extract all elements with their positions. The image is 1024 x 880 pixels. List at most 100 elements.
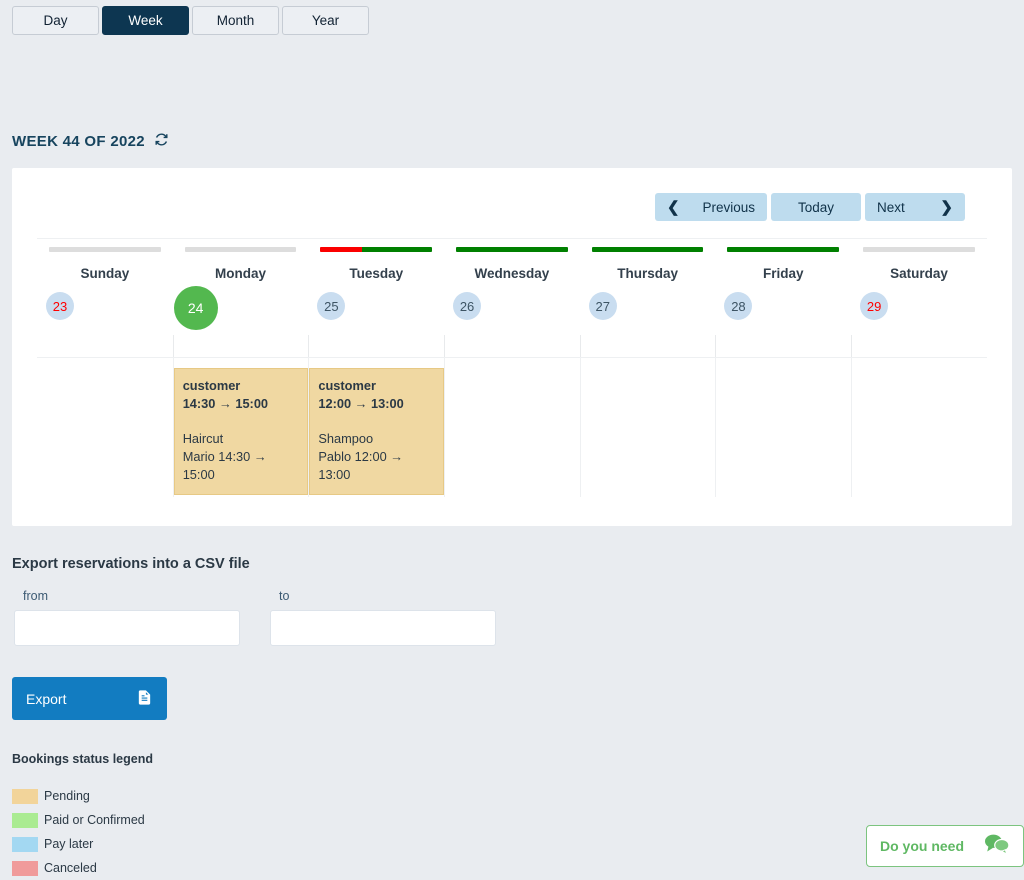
- tab-year[interactable]: Year: [282, 6, 369, 35]
- status-segment: [863, 247, 975, 252]
- chat-support-widget[interactable]: Do you need: [866, 825, 1024, 867]
- legend-label-pay-later: Pay later: [44, 837, 93, 851]
- day-number-thursday[interactable]: 27: [589, 292, 617, 320]
- day-status-bar-monday: [185, 247, 297, 252]
- bookings-cell-monday[interactable]: customer 14:30 → 15:00 Haircut Mario 14:…: [173, 358, 309, 497]
- export-to-label: to: [279, 589, 496, 603]
- tab-month-label: Month: [217, 13, 255, 28]
- day-column-wednesday[interactable]: Wednesday 26: [444, 239, 580, 357]
- day-name-wednesday: Wednesday: [444, 266, 580, 281]
- tab-day[interactable]: Day: [12, 6, 99, 35]
- legend-label-pending: Pending: [44, 789, 90, 803]
- day-number-friday[interactable]: 28: [724, 292, 752, 320]
- bookings-cell-sunday[interactable]: [37, 358, 173, 497]
- previous-week-button[interactable]: ❮ Previous: [655, 193, 767, 221]
- calendar-card: ❮ Previous Today Next ❯ Sunday 23: [12, 168, 1012, 526]
- page-title: WEEK 44 OF 2022: [12, 133, 145, 150]
- bookings-cell-friday[interactable]: [715, 358, 851, 497]
- legend-title: Bookings status legend: [12, 752, 153, 766]
- next-week-label: Next: [877, 200, 905, 215]
- status-segment: [49, 247, 161, 252]
- day-number-saturday[interactable]: 29: [860, 292, 888, 320]
- day-status-bar-sunday: [49, 247, 161, 252]
- legend-item-canceled: Canceled: [12, 856, 145, 880]
- day-name-monday: Monday: [173, 266, 309, 281]
- calendar-nav: ❮ Previous Today Next ❯: [655, 193, 965, 221]
- day-column-monday[interactable]: Monday 24: [173, 239, 309, 357]
- next-week-button[interactable]: Next ❯: [865, 193, 965, 221]
- legend-swatch-canceled: [12, 861, 38, 876]
- status-segment-confirmed: [456, 247, 568, 252]
- booking-time: 14:30 → 15:00: [183, 395, 300, 413]
- chat-widget-label: Do you need: [880, 838, 964, 854]
- export-from-field-group: from: [14, 589, 240, 646]
- bookings-cell-thursday[interactable]: [580, 358, 716, 497]
- tab-month[interactable]: Month: [192, 6, 279, 35]
- day-status-bar-tuesday: [320, 247, 432, 252]
- legend-label-canceled: Canceled: [44, 861, 97, 875]
- tab-year-label: Year: [312, 13, 339, 28]
- today-button[interactable]: Today: [771, 193, 861, 221]
- booking-card[interactable]: customer 14:30 → 15:00 Haircut Mario 14:…: [174, 368, 309, 495]
- bookings-cell-saturday[interactable]: [851, 358, 987, 497]
- day-column-friday[interactable]: Friday 28: [715, 239, 851, 357]
- legend-swatch-pending: [12, 789, 38, 804]
- status-segment-confirmed: [362, 247, 432, 252]
- week-grid-header: Sunday 23 Monday 24 Tuesday 25: [37, 239, 987, 357]
- legend-item-pending: Pending: [12, 784, 145, 808]
- bookings-status-legend: Pending Paid or Confirmed Pay later Canc…: [12, 784, 145, 880]
- day-column-tuesday[interactable]: Tuesday 25: [308, 239, 444, 357]
- booking-service: Haircut: [183, 430, 300, 448]
- spacer: [318, 413, 435, 430]
- status-segment-confirmed: [592, 247, 704, 252]
- export-button[interactable]: Export: [12, 677, 167, 720]
- day-status-bar-friday: [727, 247, 839, 252]
- status-segment-confirmed: [727, 247, 839, 252]
- legend-item-paid-confirmed: Paid or Confirmed: [12, 808, 145, 832]
- export-from-label: from: [23, 589, 240, 603]
- day-column-saturday[interactable]: Saturday 29: [851, 239, 987, 357]
- booking-detail: Pablo 12:00 → 13:00: [318, 448, 435, 484]
- export-from-input[interactable]: [14, 610, 240, 646]
- file-document-icon: [136, 688, 153, 710]
- legend-swatch-paid-confirmed: [12, 813, 38, 828]
- status-segment: [185, 247, 297, 252]
- booking-customer: customer: [318, 377, 435, 395]
- spacer: [183, 413, 300, 430]
- day-column-sunday[interactable]: Sunday 23: [37, 239, 173, 357]
- bookings-cell-tuesday[interactable]: customer 12:00 → 13:00 Shampoo Pablo 12:…: [308, 358, 444, 497]
- refresh-icon[interactable]: [153, 131, 170, 152]
- export-to-input[interactable]: [270, 610, 496, 646]
- day-name-friday: Friday: [715, 266, 851, 281]
- previous-week-label: Previous: [702, 200, 755, 215]
- day-number-tuesday[interactable]: 25: [317, 292, 345, 320]
- day-status-bar-thursday: [592, 247, 704, 252]
- export-to-field-group: to: [270, 589, 496, 646]
- booking-card[interactable]: customer 12:00 → 13:00 Shampoo Pablo 12:…: [309, 368, 444, 495]
- day-number-monday[interactable]: 24: [174, 286, 218, 330]
- booking-detail: Mario 14:30 → 15:00: [183, 448, 300, 484]
- week-grid: Sunday 23 Monday 24 Tuesday 25: [37, 238, 987, 497]
- booking-service: Shampoo: [318, 430, 435, 448]
- day-name-thursday: Thursday: [580, 266, 716, 281]
- legend-swatch-pay-later: [12, 837, 38, 852]
- chevron-left-icon: ❮: [667, 200, 680, 215]
- tab-week[interactable]: Week: [102, 6, 189, 35]
- chevron-right-icon: ❯: [940, 200, 953, 215]
- week-heading: WEEK 44 OF 2022: [12, 131, 170, 152]
- export-button-label: Export: [26, 691, 66, 707]
- booking-customer: customer: [183, 377, 300, 395]
- day-status-bar-wednesday: [456, 247, 568, 252]
- day-name-saturday: Saturday: [851, 266, 987, 281]
- bookings-cell-wednesday[interactable]: [444, 358, 580, 497]
- today-label: Today: [798, 200, 834, 215]
- status-segment-canceled: [320, 247, 361, 252]
- chat-bubbles-icon: [983, 832, 1010, 860]
- legend-label-paid-confirmed: Paid or Confirmed: [44, 813, 145, 827]
- day-name-tuesday: Tuesday: [308, 266, 444, 281]
- legend-item-pay-later: Pay later: [12, 832, 145, 856]
- week-grid-body: customer 14:30 → 15:00 Haircut Mario 14:…: [37, 357, 987, 497]
- day-column-thursday[interactable]: Thursday 27: [580, 239, 716, 357]
- day-number-sunday[interactable]: 23: [46, 292, 74, 320]
- day-number-wednesday[interactable]: 26: [453, 292, 481, 320]
